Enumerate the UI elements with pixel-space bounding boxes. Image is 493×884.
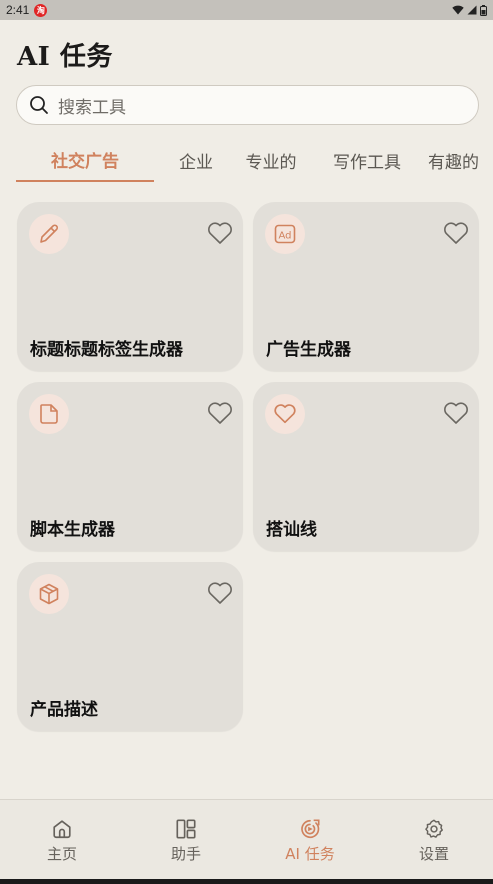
ai-task-icon	[301, 819, 320, 839]
tool-card-hashtag-generator[interactable]: 标题标题标签生成器	[17, 202, 243, 371]
favorite-heart-icon[interactable]	[207, 401, 233, 425]
document-icon	[29, 394, 69, 434]
layout-icon	[176, 819, 196, 839]
svg-text:Ad: Ad	[278, 231, 291, 242]
wifi-icon	[452, 5, 464, 15]
tool-card-script-generator[interactable]: 脚本生成器	[17, 382, 243, 551]
nav-home-label: 主页	[46, 845, 77, 863]
nav-home[interactable]: 主页	[17, 818, 107, 864]
system-navigation-bar	[0, 879, 493, 884]
nav-assistant-label: 助手	[170, 845, 201, 863]
favorite-heart-icon[interactable]	[207, 581, 233, 605]
ad-icon: Ad	[265, 214, 305, 254]
tool-card-ad-generator[interactable]: Ad 广告生成器	[253, 202, 479, 371]
tool-card-label: 脚本生成器	[30, 520, 115, 540]
nav-ai-tasks[interactable]: AI 任务	[265, 818, 355, 864]
signal-icon	[467, 5, 477, 15]
favorite-heart-icon[interactable]	[443, 221, 469, 245]
search-icon	[30, 96, 48, 114]
status-icons	[452, 4, 487, 16]
tool-card-product-description[interactable]: 产品描述	[17, 562, 243, 731]
tab-business[interactable]: 企业	[166, 138, 226, 182]
tool-card-label: 产品描述	[30, 700, 98, 720]
nav-settings[interactable]: 设置	[389, 818, 479, 864]
bottom-navigation: 主页 助手 AI 任务 设置	[0, 799, 493, 879]
battery-icon	[480, 4, 487, 16]
tab-fun[interactable]: 有趣的	[428, 138, 493, 182]
settings-icon	[425, 819, 443, 838]
box-icon	[29, 574, 69, 614]
tab-writing-tools[interactable]: 写作工具	[326, 138, 408, 182]
tool-card-label: 广告生成器	[266, 340, 351, 360]
heart-icon	[265, 394, 305, 434]
status-bar: 2:41 淘	[0, 0, 493, 20]
tool-card-pickup-lines[interactable]: 搭讪线	[253, 382, 479, 551]
status-time: 2:41	[6, 3, 30, 17]
tab-professional[interactable]: 专业的	[241, 138, 301, 182]
nav-assistant[interactable]: 助手	[141, 818, 231, 864]
search-input[interactable]: 搜索工具	[16, 85, 479, 125]
tab-social-ads[interactable]: 社交广告	[16, 138, 154, 182]
nav-settings-label: 设置	[418, 845, 449, 863]
page-title: AI 任务	[17, 42, 113, 72]
taobao-notification-icon: 淘	[34, 3, 48, 17]
favorite-heart-icon[interactable]	[443, 401, 469, 425]
favorite-heart-icon[interactable]	[207, 221, 233, 245]
category-tabs: 社交广告 企业 专业的 写作工具 有趣的	[16, 138, 493, 182]
tool-card-label: 标题标题标签生成器	[30, 340, 183, 360]
home-icon	[53, 820, 71, 839]
pencil-icon	[29, 214, 69, 254]
nav-ai-tasks-label: AI 任务	[285, 845, 335, 863]
search-placeholder: 搜索工具	[58, 97, 126, 118]
tool-card-label: 搭讪线	[266, 520, 317, 540]
